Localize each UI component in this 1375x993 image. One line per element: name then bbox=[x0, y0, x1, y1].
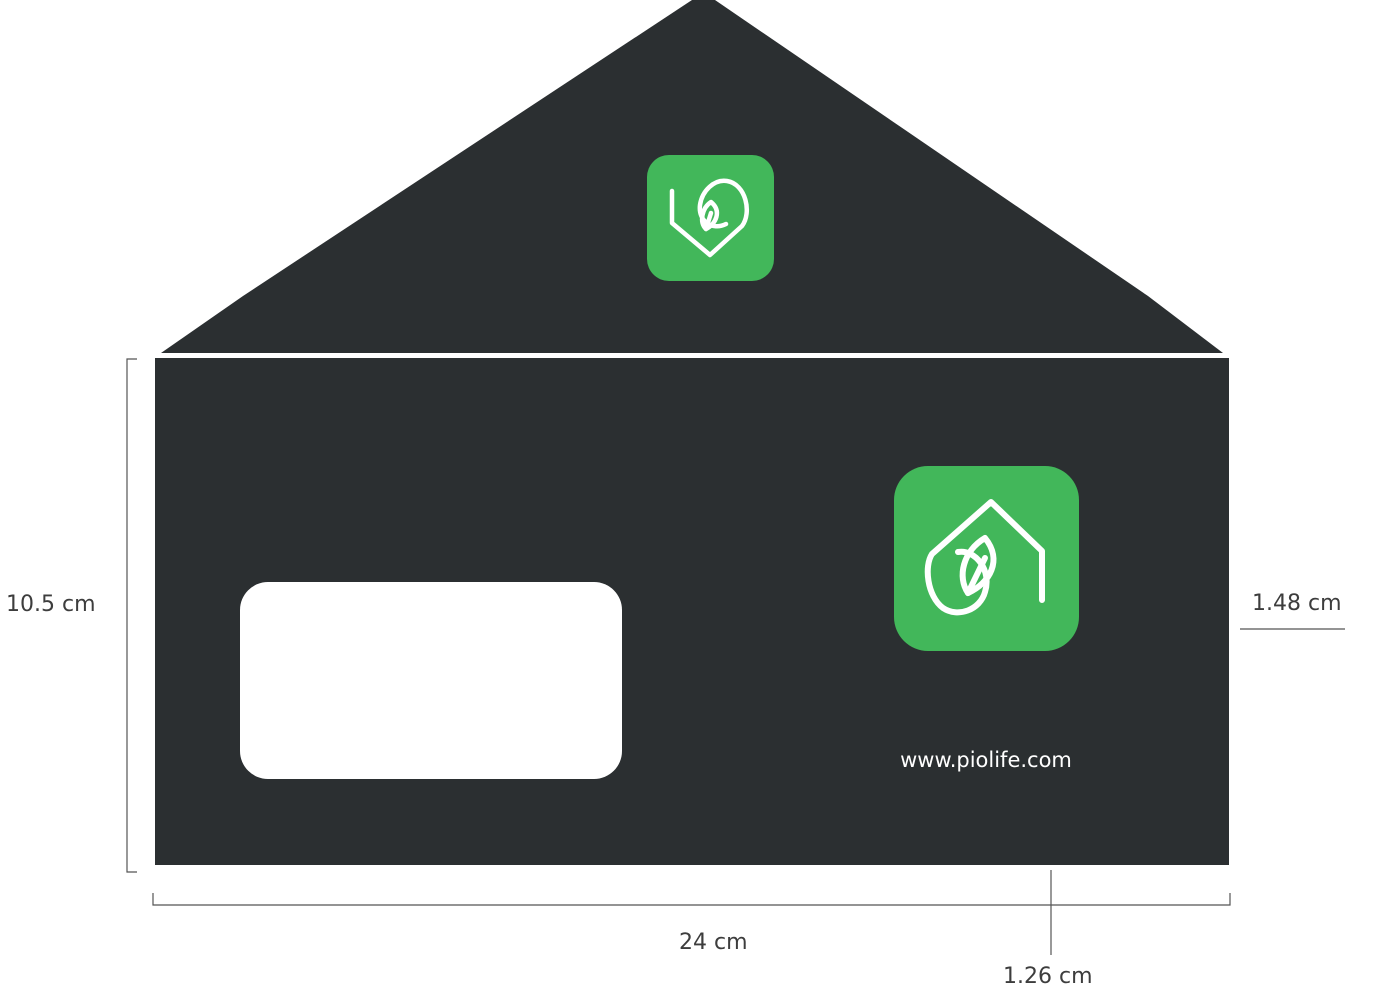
width-dimension-line bbox=[152, 893, 1231, 906]
envelope-artwork bbox=[126, 0, 1345, 955]
right-margin-label: 1.48 cm bbox=[1252, 591, 1342, 616]
height-label: 10.5 cm bbox=[6, 592, 96, 617]
width-label: 24 cm bbox=[679, 930, 748, 955]
website-url: www.piolife.com bbox=[900, 748, 1072, 772]
flap-logo bbox=[647, 155, 774, 281]
envelope-dieline: www.piolife.com 10.5 cm 24 cm 1.48 cm 1.… bbox=[0, 0, 1375, 993]
height-dimension-line bbox=[126, 358, 137, 873]
body-logo bbox=[894, 466, 1079, 651]
bottom-offset-label: 1.26 cm bbox=[1003, 964, 1093, 989]
address-window bbox=[240, 582, 622, 779]
